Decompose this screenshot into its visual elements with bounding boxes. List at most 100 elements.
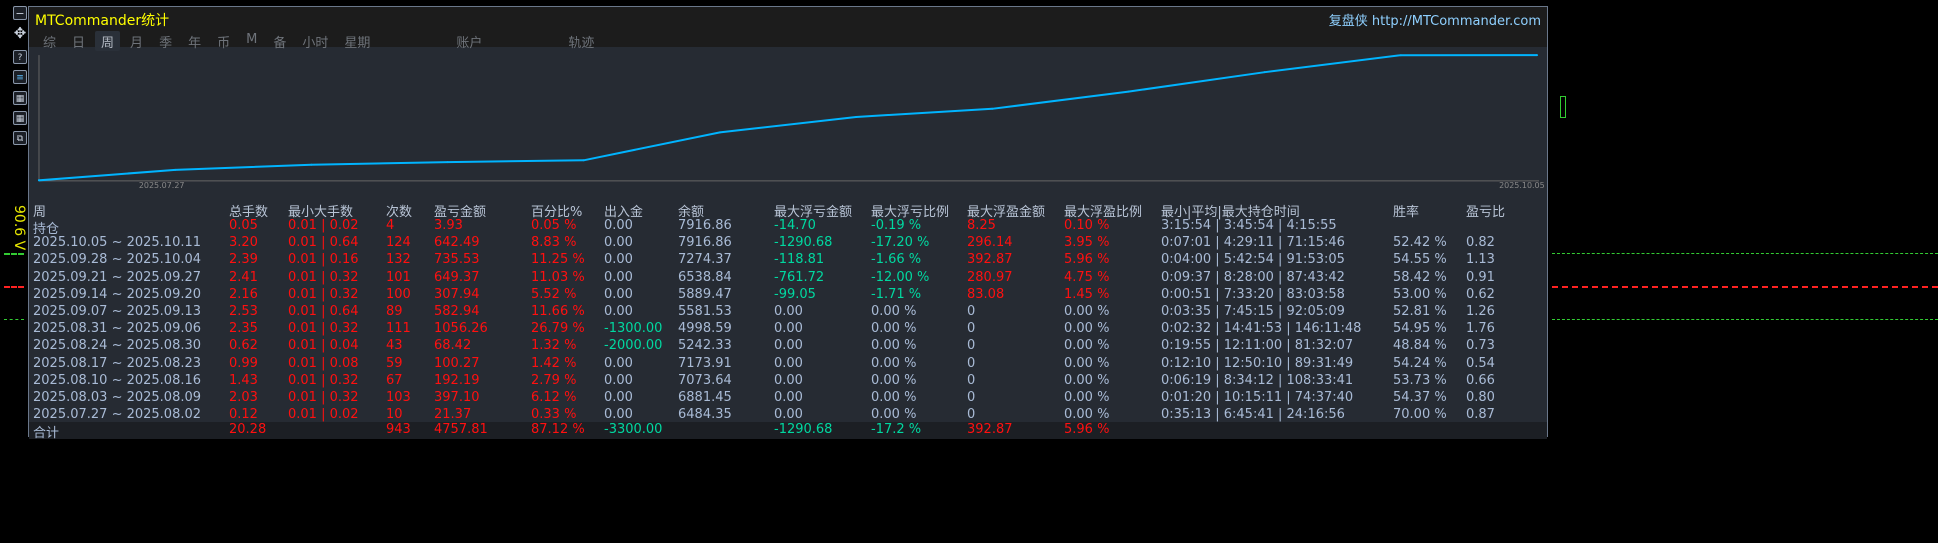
cell-4: 735.53: [434, 252, 480, 268]
cell-2: 0.01 | 0.02: [288, 218, 359, 233]
equity-point: [1399, 54, 1402, 57]
grid-icon[interactable]: ▦: [13, 111, 27, 125]
cell-3: 100: [386, 286, 411, 302]
cell-13: 70.00 %: [1393, 407, 1447, 423]
equity-point: [582, 159, 585, 162]
site-link[interactable]: 复盘侠 http://MTCommander.com: [1329, 10, 1541, 29]
candle: [1560, 96, 1566, 118]
cell-8: -118.81: [774, 252, 825, 268]
cell-9: 0.00 %: [871, 321, 917, 337]
cell-2: 0.01 | 0.02: [288, 407, 359, 423]
equity-point: [991, 107, 994, 110]
equity-point: [1127, 90, 1130, 93]
equity-point: [310, 163, 313, 166]
cell-14: 0.54: [1466, 355, 1495, 371]
cell-5: 0.33 %: [531, 407, 577, 423]
cell-7: 6484.35: [678, 407, 732, 423]
cell-0: 2025.10.05 ~ 2025.10.11: [33, 235, 202, 251]
cell-6: 0.00: [604, 355, 633, 371]
table-row: 2025.09.07 ~ 2025.09.13 2.53 0.01 | 0.64 89…: [29, 304, 1547, 321]
level-line: [4, 319, 24, 320]
table-row: 2025.08.31 ~ 2025.09.06 2.35 0.01 | 0.32 11…: [29, 321, 1547, 338]
cell-0: 2025.08.31 ~ 2025.09.06: [33, 321, 202, 337]
cell-11: 0.00 %: [1064, 338, 1110, 354]
minimize-icon[interactable]: −: [13, 6, 27, 20]
cell-8: -14.70: [774, 218, 816, 233]
cell-11: 0.00 %: [1064, 372, 1110, 388]
cell-1: 2.53: [229, 304, 258, 319]
cell-7: 7173.91: [678, 355, 732, 371]
cell-6: -2000.00: [604, 338, 663, 354]
cell-12: 0:03:35 | 7:45:15 | 92:05:09: [1161, 304, 1345, 319]
table-row: 2025.08.03 ~ 2025.08.09 2.03 0.01 | 0.32 10…: [29, 390, 1547, 407]
cell-11: 5.96 %: [1064, 252, 1110, 268]
cell-6: 0.00: [604, 218, 633, 233]
level-line: [1552, 319, 1938, 320]
cell-5: 11.25 %: [531, 252, 585, 268]
cell-14: 0.82: [1466, 235, 1495, 251]
cell-9: -1.71 %: [871, 286, 922, 302]
cell-6: -3300.00: [604, 422, 663, 437]
cell-5: 8.83 %: [531, 235, 577, 251]
table-row: 持仓 0.05 0.01 | 0.02 4 3.93 0.05 % 0.00 7916.86 -…: [29, 218, 1547, 237]
cell-5: 6.12 %: [531, 390, 577, 405]
cell-11: 1.45 %: [1064, 286, 1110, 302]
cell-7: 7916.86: [678, 218, 732, 233]
cell-8: -99.05: [774, 286, 816, 302]
cell-7: 4998.59: [678, 321, 732, 337]
cell-12: 0:02:32 | 14:41:53 | 146:11:48: [1161, 321, 1362, 337]
cell-2: 0.01 | 0.32: [288, 269, 359, 285]
window-title: MTCommander统计: [35, 13, 170, 29]
cell-6: 0.00: [604, 252, 633, 268]
cell-0: 2025.09.07 ~ 2025.09.13: [33, 304, 202, 319]
total-row: 合计 20.28 943 4757.81 87.12 % -3300.00 -1290.68…: [29, 422, 1547, 441]
cell-1: 2.35: [229, 321, 258, 337]
left-toolbar: − ✥ ? ≡ ▦ ▦ ⧉ 90.6 V: [0, 0, 28, 543]
cell-9: -12.00 %: [871, 269, 930, 285]
title-bar: MTCommander统计 复盘侠 http://MTCommander.com…: [29, 7, 1547, 51]
cell-4: 3.93: [434, 218, 463, 233]
equity-line: [37, 54, 1538, 182]
x-start-label: 2025.07.27: [139, 181, 185, 190]
window-icon[interactable]: ⧉: [13, 131, 27, 145]
cell-13: 53.73 %: [1393, 372, 1447, 388]
cell-11: 3.95 %: [1064, 235, 1110, 251]
cell-11: 4.75 %: [1064, 269, 1110, 285]
cell-2: 0.01 | 0.32: [288, 372, 359, 388]
level-line: [1552, 286, 1938, 288]
move-icon[interactable]: ✥: [13, 26, 27, 41]
equity-point: [174, 168, 177, 171]
cell-2: 0.01 | 0.04: [288, 338, 359, 354]
equity-point: [446, 161, 449, 164]
cell-10: 392.87: [967, 252, 1013, 268]
cell-1: 0.99: [229, 355, 258, 371]
cell-10: 0: [967, 372, 976, 388]
cell-2: 0.01 | 0.16: [288, 252, 359, 268]
cell-14: 1.76: [1466, 321, 1495, 337]
chart-icon[interactable]: ≡: [13, 70, 27, 84]
cell-9: 0.00 %: [871, 304, 917, 319]
cell-1: 20.28: [229, 422, 267, 437]
cell-3: 943: [386, 422, 411, 437]
help-icon[interactable]: ?: [13, 50, 27, 64]
cell-12: 0:35:13 | 6:45:41 | 24:16:56: [1161, 407, 1345, 423]
cell-2: 0.01 | 0.64: [288, 235, 359, 251]
cell-13: 54.37 %: [1393, 390, 1447, 405]
cell-3: 59: [386, 355, 403, 371]
cell-11: 0.10 %: [1064, 218, 1110, 233]
cell-3: 132: [386, 252, 411, 268]
cell-10: 0: [967, 390, 976, 405]
level-line: [1552, 253, 1938, 254]
cell-0: 2025.09.21 ~ 2025.09.27: [33, 269, 202, 285]
cell-8: 0.00: [774, 355, 803, 371]
table-row: 2025.08.17 ~ 2025.08.23 0.99 0.01 | 0.08 59…: [29, 356, 1547, 373]
cell-5: 0.05 %: [531, 218, 577, 233]
cell-11: 5.96 %: [1064, 422, 1110, 437]
cell-10: 0: [967, 407, 976, 423]
cell-7: 5242.33: [678, 338, 732, 354]
cell-7: 7916.86: [678, 235, 732, 251]
cell-2: 0.01 | 0.32: [288, 321, 359, 337]
cell-4: 642.49: [434, 235, 480, 251]
cell-7: 6881.45: [678, 390, 732, 405]
table-icon[interactable]: ▦: [13, 91, 27, 105]
